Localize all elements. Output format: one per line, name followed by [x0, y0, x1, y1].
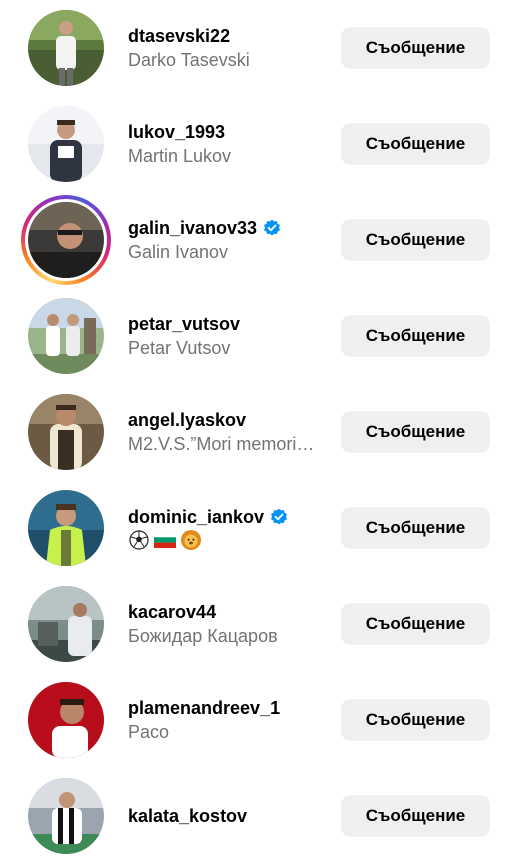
list-item[interactable]: dominic_iankov Съобщение: [0, 480, 511, 576]
message-button[interactable]: Съобщение: [341, 27, 490, 69]
list-item[interactable]: lukov_1993 Martin Lukov Съобщение: [0, 96, 511, 192]
message-button[interactable]: Съобщение: [341, 123, 490, 165]
message-button[interactable]: Съобщение: [341, 699, 490, 741]
list-item[interactable]: petar_vutsov Petar Vutsov Съобщение: [0, 288, 511, 384]
verified-badge-icon: [263, 219, 281, 237]
full-name: Paco: [128, 722, 170, 742]
avatar[interactable]: [28, 490, 104, 566]
list-item[interactable]: kalata_kostov Съобщение: [0, 768, 511, 864]
username[interactable]: dominic_iankov: [128, 505, 328, 529]
list-item[interactable]: dtasevski22 Darko Tasevski Съобщение: [0, 0, 511, 96]
full-name: M2.V.S.”Mori memori…: [128, 434, 315, 454]
avatar[interactable]: [28, 106, 104, 182]
full-name: Galin Ivanov: [128, 242, 229, 262]
username[interactable]: plamenandreev_1: [128, 696, 328, 720]
list-item[interactable]: kacarov44 Божидар Кацаров Съобщение: [0, 576, 511, 672]
avatar[interactable]: [28, 586, 104, 662]
avatar[interactable]: [28, 10, 104, 86]
username[interactable]: petar_vutsov: [128, 312, 328, 336]
username[interactable]: kalata_kostov: [128, 804, 328, 828]
username[interactable]: angel.lyaskov: [128, 408, 328, 432]
message-button[interactable]: Съобщение: [341, 507, 490, 549]
bulgaria-flag-icon: [154, 529, 176, 551]
avatar-story-ring[interactable]: [21, 195, 111, 285]
message-button[interactable]: Съобщение: [341, 411, 490, 453]
list-item[interactable]: plamenandreev_1 Paco Съобщение: [0, 672, 511, 768]
verified-badge-icon: [270, 508, 288, 526]
avatar[interactable]: [28, 778, 104, 854]
full-name: Darko Tasevski: [128, 50, 250, 70]
message-button[interactable]: Съобщение: [341, 219, 490, 261]
list-item[interactable]: galin_ivanov33 Galin Ivanov Съобщение: [0, 192, 511, 288]
message-button[interactable]: Съобщение: [341, 603, 490, 645]
message-button[interactable]: Съобщение: [341, 795, 490, 837]
username[interactable]: dtasevski22: [128, 24, 328, 48]
username[interactable]: galin_ivanov33: [128, 216, 328, 240]
username[interactable]: lukov_1993: [128, 120, 328, 144]
bio-emojis: [128, 529, 328, 551]
full-name: Божидар Кацаров: [128, 626, 278, 646]
username[interactable]: kacarov44: [128, 600, 328, 624]
soccer-ball-icon: [128, 529, 150, 551]
lion-face-icon: [180, 529, 202, 551]
list-item[interactable]: angel.lyaskov M2.V.S.”Mori memori… Съобщ…: [0, 384, 511, 480]
avatar[interactable]: [28, 394, 104, 470]
message-button[interactable]: Съобщение: [341, 315, 490, 357]
following-list: dtasevski22 Darko Tasevski Съобщение luk…: [0, 0, 511, 863]
avatar[interactable]: [28, 682, 104, 758]
avatar[interactable]: [28, 298, 104, 374]
full-name: Petar Vutsov: [128, 338, 231, 358]
full-name: Martin Lukov: [128, 146, 232, 166]
